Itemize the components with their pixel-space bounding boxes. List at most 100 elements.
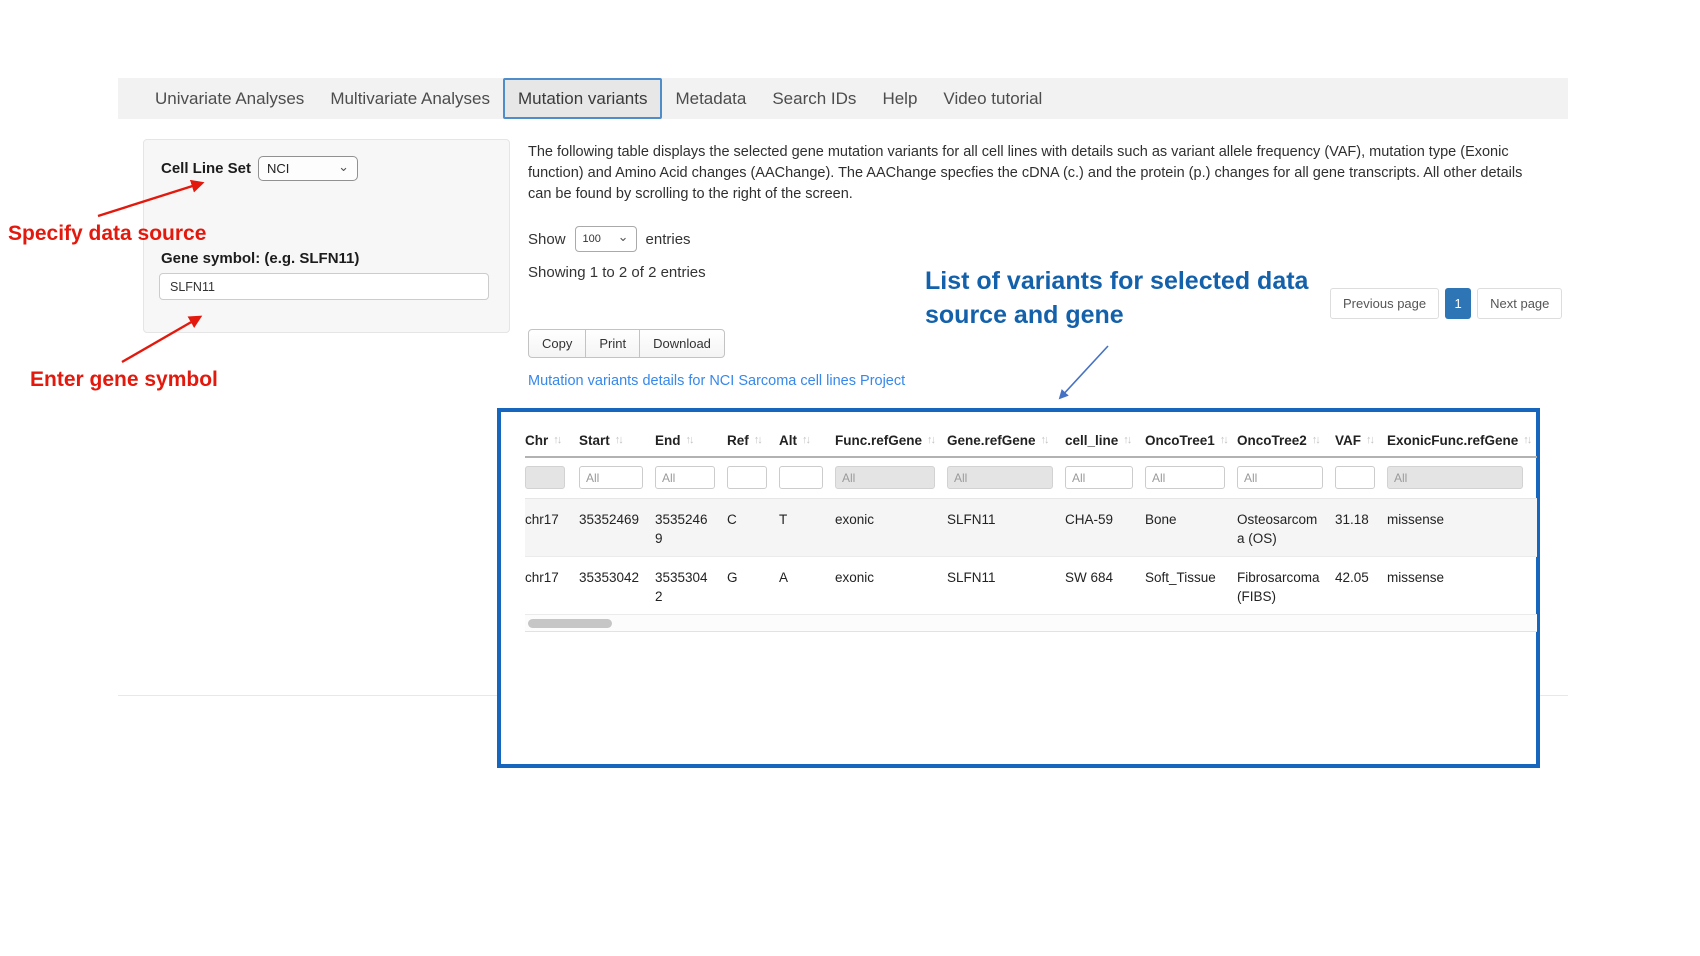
- mutation-variants-page: Univariate Analyses Multivariate Analyse…: [0, 0, 1700, 956]
- table-cell: T: [779, 499, 835, 556]
- table-cell: SLFN11: [947, 499, 1065, 556]
- horizontal-scrollbar[interactable]: [525, 615, 1537, 632]
- tab-univariate-analyses[interactable]: Univariate Analyses: [142, 78, 317, 119]
- page-length-select[interactable]: 100 ⌄: [575, 226, 637, 252]
- sort-icon: ↑↓: [1220, 434, 1227, 446]
- filter-input-end[interactable]: [655, 466, 715, 489]
- cell-line-set-label: Cell Line Set: [161, 160, 251, 177]
- print-button[interactable]: Print: [585, 329, 640, 358]
- chevron-down-icon: ⌄: [338, 163, 349, 171]
- table-cell: exonic: [835, 557, 947, 614]
- sort-icon: ↑↓: [615, 434, 622, 446]
- download-button[interactable]: Download: [639, 329, 725, 358]
- top-nav-bar: Univariate Analyses Multivariate Analyse…: [118, 78, 1568, 119]
- table-cell: Soft_Tissue: [1145, 557, 1237, 614]
- filter-input-oncotree1[interactable]: [1145, 466, 1225, 489]
- column-header-chr[interactable]: Chr↑↓: [525, 424, 579, 456]
- table-cell: G: [727, 557, 779, 614]
- copy-button[interactable]: Copy: [528, 329, 586, 358]
- table-cell: exonic: [835, 499, 947, 556]
- filter-input-vaf[interactable]: [1335, 466, 1375, 489]
- column-header-func-refgene[interactable]: Func.refGene↑↓: [835, 424, 947, 456]
- annotation-enter-gene-symbol: Enter gene symbol: [30, 368, 218, 392]
- sort-icon: ↑↓: [1523, 434, 1530, 446]
- scrollbar-thumb[interactable]: [528, 619, 612, 628]
- tab-help[interactable]: Help: [869, 78, 930, 119]
- variants-details-link[interactable]: Mutation variants details for NCI Sarcom…: [528, 373, 905, 389]
- sort-icon: ↑↓: [802, 434, 809, 446]
- tab-metadata[interactable]: Metadata: [662, 78, 759, 119]
- table-cell: 42.05: [1335, 557, 1387, 614]
- filter-input-oncotree2[interactable]: [1237, 466, 1323, 489]
- annotation-list-of-variants: List of variants for selected data sourc…: [925, 264, 1308, 332]
- column-header-oncotree1[interactable]: OncoTree1↑↓: [1145, 424, 1237, 456]
- tab-mutation-variants[interactable]: Mutation variants: [503, 78, 662, 119]
- table-cell: chr17: [525, 499, 579, 556]
- table-header-row: Chr↑↓ Start↑↓ End↑↓ Ref↑↓ Alt↑↓ Func.ref…: [525, 424, 1537, 458]
- filter-input-alt[interactable]: [779, 466, 823, 489]
- table-cell: SW 684: [1065, 557, 1145, 614]
- column-header-ref[interactable]: Ref↑↓: [727, 424, 779, 456]
- table-cell: 31.18: [1335, 499, 1387, 556]
- table-cell: Osteosarcoma (OS): [1237, 499, 1335, 556]
- showing-entries-text: Showing 1 to 2 of 2 entries: [528, 264, 706, 281]
- column-header-cell-line[interactable]: cell_line↑↓: [1065, 424, 1145, 456]
- show-label: Show: [528, 231, 566, 248]
- page-number-button[interactable]: 1: [1445, 288, 1471, 319]
- entries-label: entries: [646, 231, 691, 248]
- filter-input-ref[interactable]: [727, 466, 767, 489]
- sort-icon: ↑↓: [1041, 434, 1048, 446]
- table-cell: SLFN11: [947, 557, 1065, 614]
- column-header-exonicfunc-refgene[interactable]: ExonicFunc.refGene↑↓: [1387, 424, 1535, 456]
- gene-symbol-label: Gene symbol: (e.g. SLFN11): [161, 250, 359, 267]
- table-cell: CHA-59: [1065, 499, 1145, 556]
- table-cell: 35353042: [655, 557, 727, 614]
- gene-symbol-input[interactable]: [159, 273, 489, 300]
- table-cell: Fibrosarcoma (FIBS): [1237, 557, 1335, 614]
- table-cell: missense: [1387, 557, 1535, 614]
- table-cell: 35353042: [579, 557, 655, 614]
- sort-icon: ↑↓: [1366, 434, 1373, 446]
- table-cell: Bone: [1145, 499, 1237, 556]
- variants-table: Chr↑↓ Start↑↓ End↑↓ Ref↑↓ Alt↑↓ Func.ref…: [525, 424, 1537, 632]
- sort-icon: ↑↓: [553, 434, 560, 446]
- table-cell: 35352469: [655, 499, 727, 556]
- variants-table-box: Chr↑↓ Start↑↓ End↑↓ Ref↑↓ Alt↑↓ Func.ref…: [497, 408, 1540, 768]
- sort-icon: ↑↓: [686, 434, 693, 446]
- column-header-gene-refgene[interactable]: Gene.refGene↑↓: [947, 424, 1065, 456]
- table-filter-row: [525, 458, 1537, 499]
- sort-icon: ↑↓: [927, 434, 934, 446]
- filter-input-gene-refgene[interactable]: [947, 466, 1053, 489]
- column-header-end[interactable]: End↑↓: [655, 424, 727, 456]
- next-page-button[interactable]: Next page: [1477, 288, 1562, 319]
- table-cell: A: [779, 557, 835, 614]
- previous-page-button[interactable]: Previous page: [1330, 288, 1439, 319]
- annotation-specify-data-source: Specify data source: [8, 222, 206, 246]
- tab-search-ids[interactable]: Search IDs: [759, 78, 869, 119]
- filter-input-chr[interactable]: [525, 466, 565, 489]
- pagination: Previous page 1 Next page: [1330, 288, 1562, 319]
- filter-input-start[interactable]: [579, 466, 643, 489]
- tab-video-tutorial[interactable]: Video tutorial: [930, 78, 1055, 119]
- show-entries-control: Show 100 ⌄ entries: [528, 226, 691, 252]
- sort-icon: ↑↓: [1312, 434, 1319, 446]
- column-header-start[interactable]: Start↑↓: [579, 424, 655, 456]
- sort-icon: ↑↓: [1123, 434, 1130, 446]
- column-header-vaf[interactable]: VAF↑↓: [1335, 424, 1387, 456]
- table-cell: missense: [1387, 499, 1535, 556]
- table-cell: C: [727, 499, 779, 556]
- column-header-oncotree2[interactable]: OncoTree2↑↓: [1237, 424, 1335, 456]
- filter-input-exonicfunc-refgene[interactable]: [1387, 466, 1523, 489]
- export-button-group: Copy Print Download: [528, 329, 725, 358]
- table-cell: chr17: [525, 557, 579, 614]
- column-header-alt[interactable]: Alt↑↓: [779, 424, 835, 456]
- sort-icon: ↑↓: [754, 434, 761, 446]
- table-row: chr17 35353042 35353042 G A exonic SLFN1…: [525, 557, 1537, 615]
- description-text: The following table displays the selecte…: [528, 142, 1528, 205]
- filter-input-cell-line[interactable]: [1065, 466, 1133, 489]
- tab-multivariate-analyses[interactable]: Multivariate Analyses: [317, 78, 503, 119]
- table-cell: 35352469: [579, 499, 655, 556]
- table-row: chr17 35352469 35352469 C T exonic SLFN1…: [525, 499, 1537, 557]
- filter-input-func-refgene[interactable]: [835, 466, 935, 489]
- cell-line-set-select[interactable]: NCI ⌄: [258, 156, 358, 181]
